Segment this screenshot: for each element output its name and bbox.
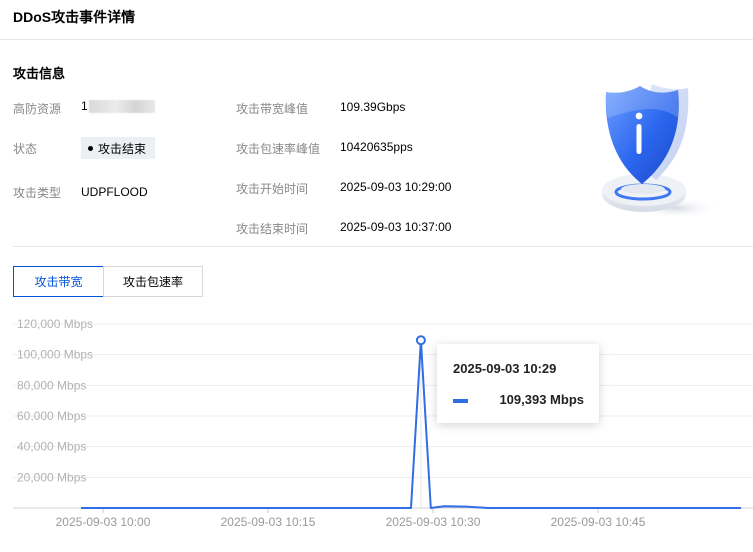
- status-label: 状态: [13, 142, 38, 156]
- resource-label: 高防资源: [13, 102, 62, 116]
- page-title: DDoS攻击事件详情: [13, 9, 136, 25]
- type-label: 攻击类型: [13, 186, 62, 200]
- status-badge: 攻击结束: [81, 137, 155, 159]
- chart-tooltip: 2025-09-03 10:29 109,393 Mbps: [437, 344, 599, 423]
- section-divider: [13, 246, 753, 247]
- pps-peak-value: 10420635pps: [340, 140, 413, 154]
- y-tick-label: 60,000 Mbps: [17, 409, 86, 423]
- resource-value: 1: [81, 99, 155, 113]
- y-tick-label: 80,000 Mbps: [17, 378, 86, 392]
- y-tick-label: 100,000 Mbps: [17, 348, 93, 362]
- bw-peak-label: 攻击带宽峰值: [236, 102, 309, 116]
- x-tick-label: 2025-09-03 10:45: [551, 515, 646, 529]
- series-line: [81, 339, 741, 509]
- resource-value-visible: 1: [81, 99, 88, 113]
- section-title: 攻击信息: [13, 66, 66, 81]
- status-dot-icon: [88, 145, 93, 151]
- y-tick-label: 120,000 Mbps: [17, 317, 93, 331]
- tab-attack-bandwidth[interactable]: 攻击带宽: [13, 266, 104, 297]
- x-tick-label: 2025-09-03 10:30: [386, 515, 481, 529]
- highlight-point: [415, 335, 426, 346]
- end-time-label: 攻击结束时间: [236, 222, 309, 236]
- chart-tabs: 攻击带宽 攻击包速率: [13, 266, 203, 297]
- tooltip-series-swatch: [453, 399, 468, 403]
- tooltip-value: 109,393 Mbps: [499, 392, 584, 407]
- type-value: UDPFLOOD: [81, 185, 148, 199]
- y-tick-label: 40,000 Mbps: [17, 440, 86, 454]
- tab-attack-packet-rate[interactable]: 攻击包速率: [103, 266, 203, 297]
- y-tick-label: 20,000 Mbps: [17, 470, 86, 484]
- title-divider: [0, 39, 753, 40]
- x-tick-label: 2025-09-03 10:15: [221, 515, 316, 529]
- end-time-value: 2025-09-03 10:37:00: [340, 220, 452, 234]
- tooltip-time: 2025-09-03 10:29: [453, 361, 557, 376]
- bw-peak-value: 109.39Gbps: [340, 100, 406, 114]
- resource-value-masked: [88, 99, 155, 113]
- shield-info-icon: [602, 84, 720, 218]
- x-tick-label: 2025-09-03 10:00: [56, 515, 151, 529]
- status-value: 攻击结束: [98, 141, 147, 156]
- pps-peak-label: 攻击包速率峰值: [236, 142, 321, 156]
- bandwidth-chart: 20,000 Mbps 40,000 Mbps 60,000 Mbps 80,000 …: [13, 317, 753, 529]
- start-time-value: 2025-09-03 10:29:00: [340, 180, 452, 194]
- start-time-label: 攻击开始时间: [236, 182, 309, 196]
